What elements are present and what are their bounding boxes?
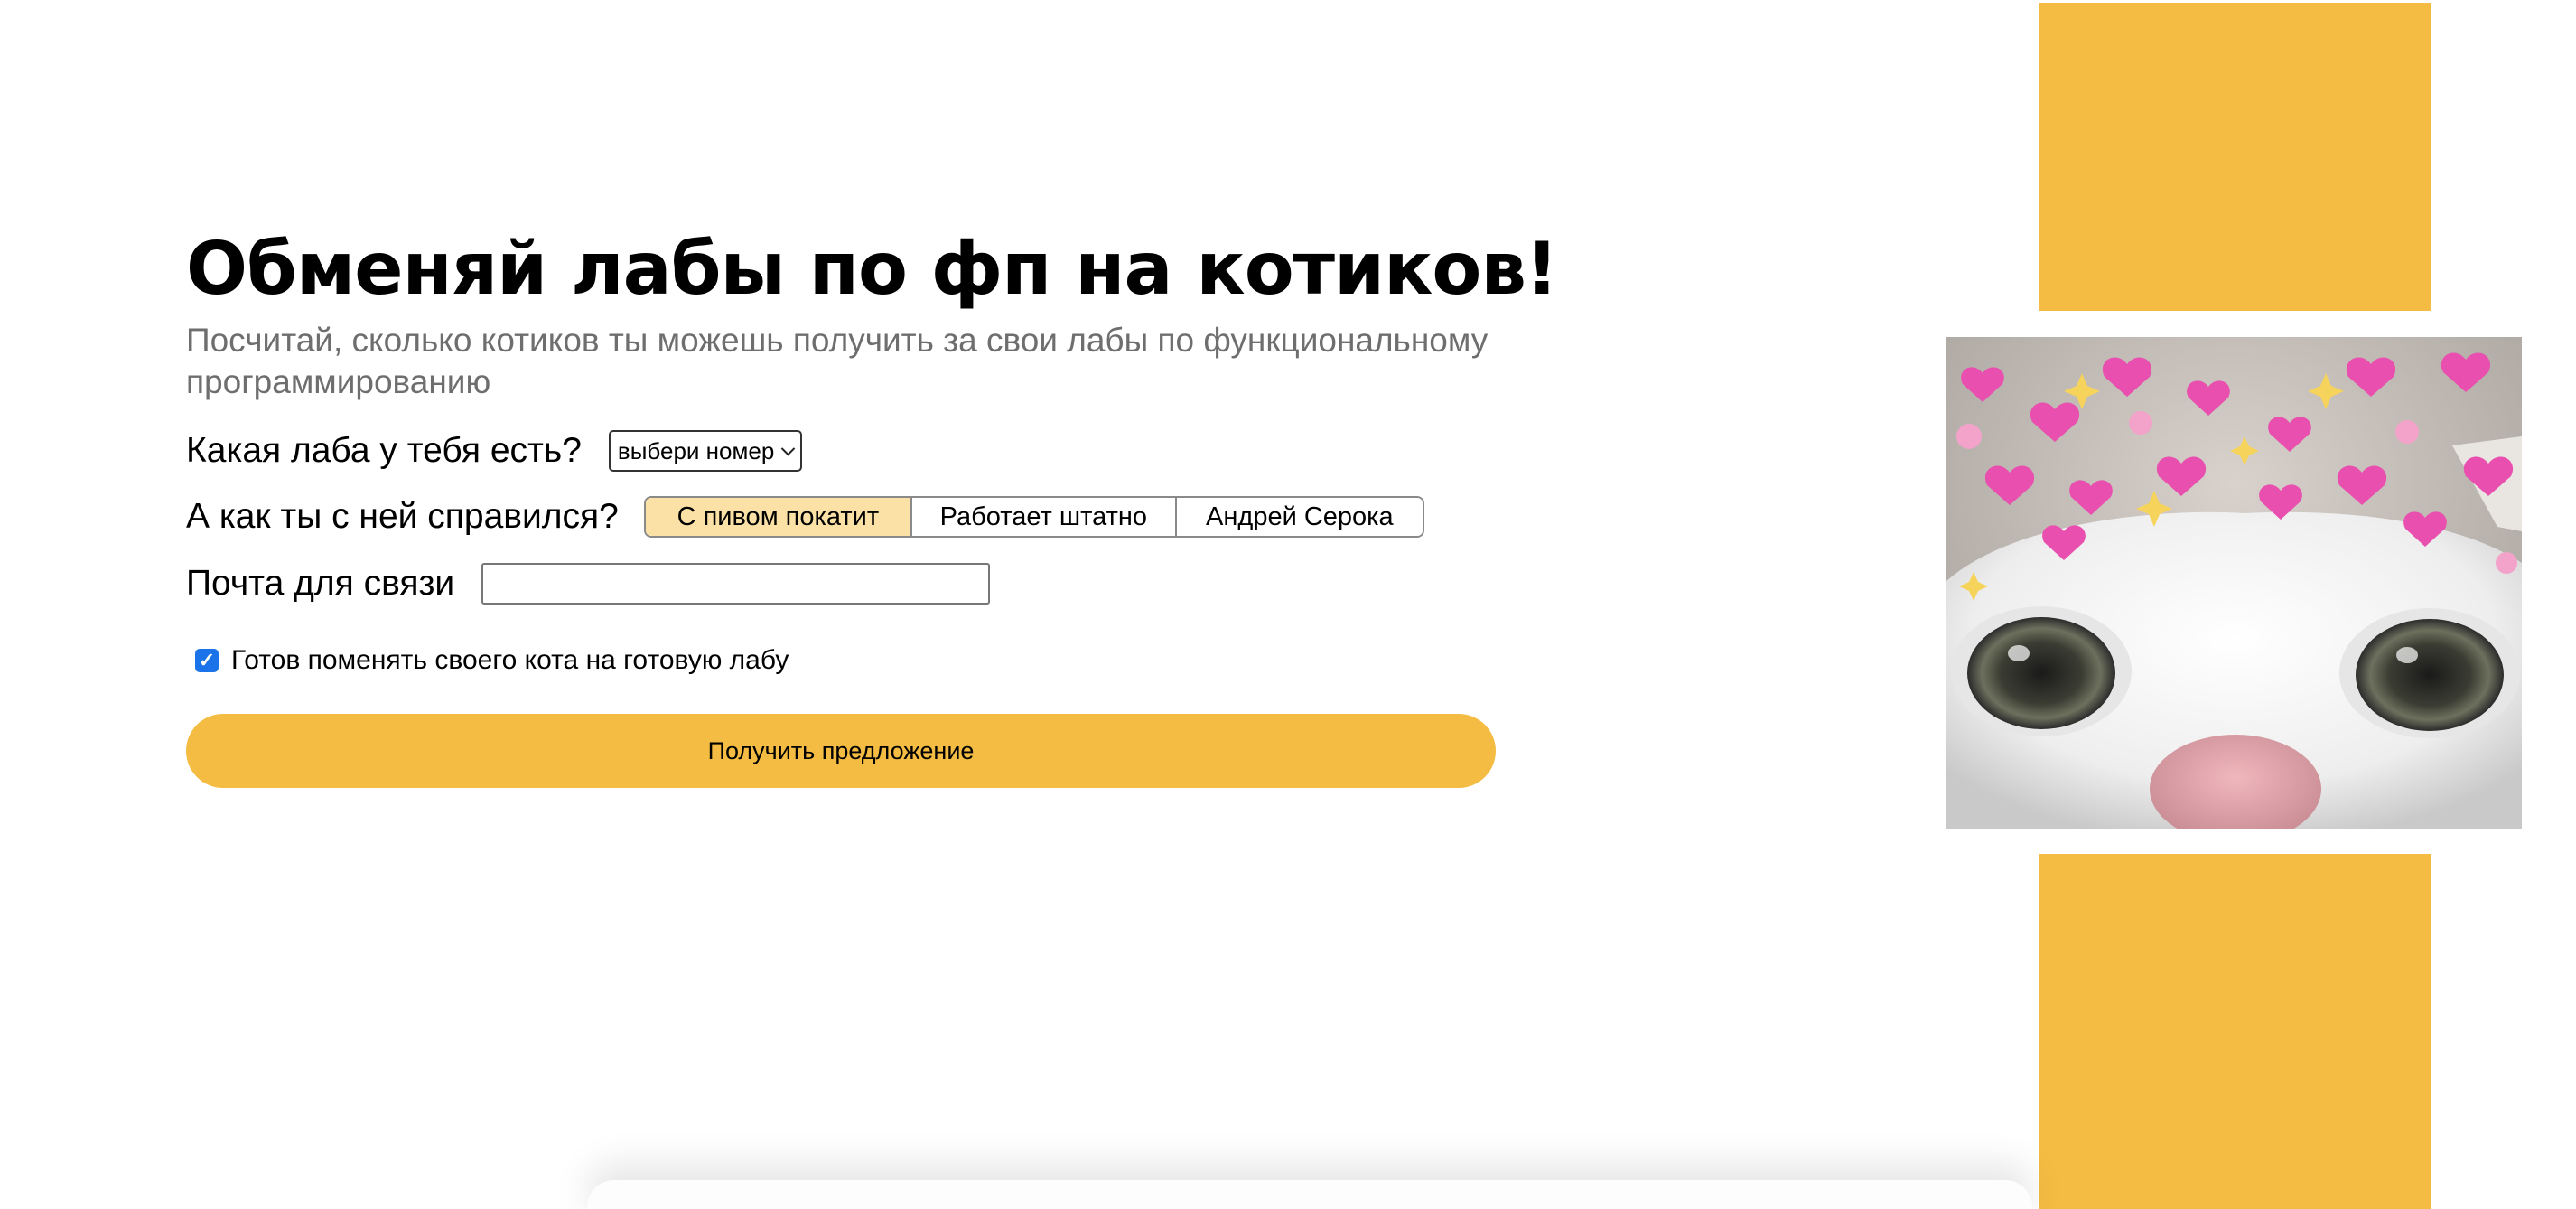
email-row: Почта для связи (186, 562, 1496, 605)
page-subtitle: Посчитай, сколько котиков ты можешь полу… (186, 322, 1489, 400)
lab-row: Какая лаба у тебя есть? выбери номер (186, 430, 1496, 472)
done-label: А как ты с ней справился? (186, 497, 619, 536)
email-input[interactable] (481, 563, 991, 604)
page-title: Обменяй лабы по фп на котиков! (186, 227, 1558, 311)
page: Обменяй лабы по фп на котиков! Посчитай,… (0, 0, 2576, 1209)
lab-label: Какая лаба у тебя есть? (186, 431, 582, 470)
bottom-shadow-bar (587, 1180, 2032, 1209)
done-option-beer[interactable]: С пивом покатит (645, 498, 912, 536)
done-option-works[interactable]: Работает штатно (911, 498, 1177, 536)
cat-image-svg (1946, 337, 2522, 829)
email-label: Почта для связи (186, 564, 455, 603)
cat-image (1946, 337, 2522, 829)
main-content: Обменяй лабы по фп на котиков! Посчитай,… (186, 226, 1558, 788)
agree-label: Готов поменять своего кота на готовую ла… (231, 645, 789, 675)
agree-row: ✓ Готов поменять своего кота на готовую … (186, 645, 1496, 676)
done-row: А как ты с ней справился? С пивом покати… (186, 496, 1496, 538)
decor-block-top (2039, 3, 2431, 311)
submit-button[interactable]: Получить предложение (186, 714, 1496, 788)
done-segmented-control: С пивом покатит Работает штатно Андрей С… (643, 496, 1424, 538)
chevron-down-icon (781, 441, 796, 455)
agree-checkbox[interactable]: ✓ (195, 649, 219, 672)
decor-block-bottom (2039, 854, 2431, 1209)
lab-select[interactable]: выбери номер (608, 430, 803, 472)
lab-select-value: выбери номер (617, 436, 775, 464)
done-option-andrey[interactable]: Андрей Серока (1176, 498, 1423, 536)
